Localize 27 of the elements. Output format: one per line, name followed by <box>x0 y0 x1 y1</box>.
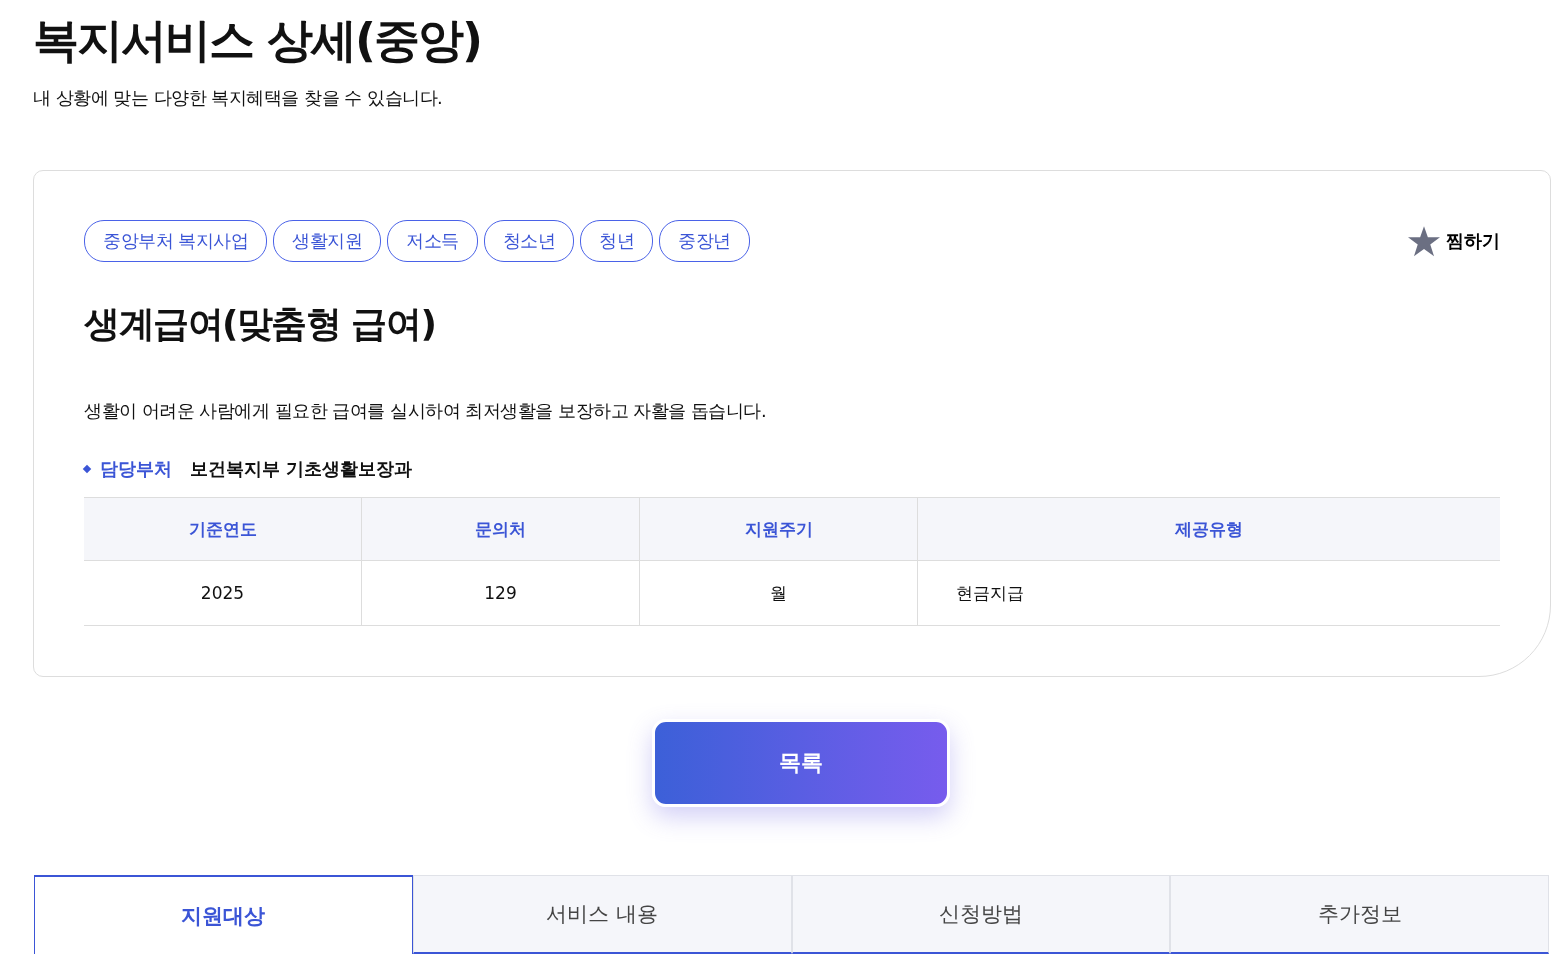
table-cell: 129 <box>361 560 640 626</box>
star-icon <box>1408 225 1440 257</box>
category-tag: 중앙부처 복지사업 <box>84 220 268 262</box>
column-header: 기준연도 <box>84 497 362 561</box>
column-header: 지원주기 <box>639 497 918 561</box>
table-cell: 2025 <box>84 560 362 626</box>
page-title: 복지서비스 상세(중앙) <box>33 12 483 69</box>
department-value: 보건복지부 기초생활보장과 <box>190 457 413 481</box>
department-label: 담당부처 <box>100 457 172 481</box>
page-subtitle: 내 상황에 맞는 다양한 복지혜택을 찾을 수 있습니다. <box>33 86 444 110</box>
category-tag: 저소득 <box>387 220 478 262</box>
table-cell: 현금지급 <box>917 560 1500 626</box>
favorite-button[interactable]: 찜하기 <box>1408 225 1500 257</box>
category-tag: 중장년 <box>659 220 750 262</box>
category-tag: 생활지원 <box>273 220 382 262</box>
tab[interactable]: 신청방법 <box>791 875 1171 954</box>
service-description: 생활이 어려운 사람에게 필요한 급여를 실시하여 최저생활을 보장하고 자활을 돕습니다. <box>84 399 768 423</box>
table-cell: 월 <box>639 560 918 626</box>
column-header: 제공유형 <box>917 497 1500 561</box>
tab[interactable]: 지원대상 <box>34 875 413 954</box>
tab[interactable]: 추가정보 <box>1170 875 1549 954</box>
category-tag: 청소년 <box>483 220 575 262</box>
bullet-icon <box>82 464 92 474</box>
category-tag: 청년 <box>580 220 654 262</box>
column-header: 문의처 <box>361 497 640 561</box>
tab[interactable]: 서비스 내용 <box>412 875 792 954</box>
service-name: 생계급여(맞춤형 급여) <box>84 302 437 346</box>
